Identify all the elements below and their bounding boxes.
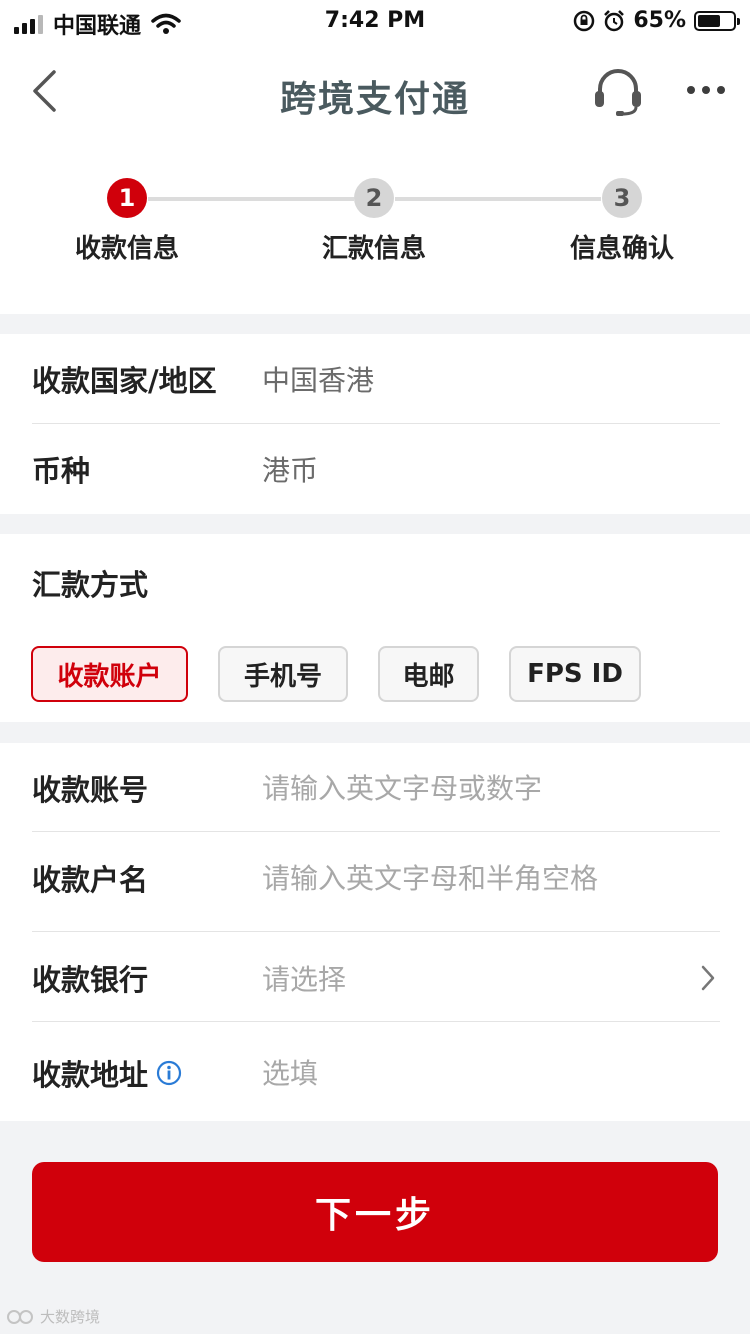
divider	[32, 931, 720, 932]
battery-percent: 65%	[633, 8, 686, 33]
step-number: 2	[354, 178, 394, 218]
bank-row[interactable]: 收款银行 请选择	[32, 933, 720, 1023]
payee-form-card: 收款账号 收款户名 收款银行 请选择 收款地址	[0, 743, 750, 1121]
step-1: 1 收款信息	[37, 178, 217, 265]
step-2: 2 汇款信息	[284, 178, 464, 265]
chevron-right-icon	[696, 961, 720, 995]
alarm-icon	[604, 9, 625, 31]
rotation-lock-icon	[574, 10, 595, 31]
next-step-button[interactable]: 下一步	[32, 1162, 718, 1262]
step-number: 3	[602, 178, 642, 218]
method-option-fps-id[interactable]: FPS ID	[509, 646, 641, 702]
account-input[interactable]	[262, 771, 682, 805]
currency-value: 港币	[262, 454, 319, 487]
more-button[interactable]	[680, 70, 732, 110]
account-label: 收款账号	[32, 773, 149, 807]
bank-label: 收款银行	[32, 963, 149, 997]
status-right: 65%	[573, 8, 740, 33]
currency-row[interactable]: 币种 港币	[32, 424, 720, 514]
method-option-email[interactable]: 电邮	[378, 646, 479, 702]
step-3: 3 信息确认	[532, 178, 712, 265]
method-title: 汇款方式	[32, 568, 149, 602]
currency-label: 币种	[32, 454, 91, 488]
remittance-method-card: 汇款方式 收款账户 手机号 电邮 FPS ID	[0, 534, 750, 722]
watermark: 大数跨境	[6, 1306, 100, 1327]
method-option-phone[interactable]: 手机号	[218, 646, 348, 702]
battery-fill	[698, 14, 721, 27]
navbar: 跨境支付通	[0, 44, 750, 140]
address-label-group: 收款地址	[32, 1052, 262, 1094]
divider	[32, 1021, 720, 1022]
country-row[interactable]: 收款国家/地区 中国香港	[32, 334, 720, 424]
watermark-text: 大数跨境	[40, 1308, 101, 1326]
address-row: 收款地址	[32, 1028, 720, 1118]
address-label: 收款地址	[32, 1058, 149, 1092]
progress-steps: 1 收款信息 2 汇款信息 3 信息确认	[0, 140, 750, 314]
status-bar: 中国联通 7:42 PM 65%	[0, 0, 750, 44]
customer-service-button[interactable]	[590, 66, 646, 118]
country-label: 收款国家/地区	[32, 364, 217, 398]
step-number: 1	[107, 178, 147, 218]
account-name-label: 收款户名	[32, 863, 149, 897]
divider	[32, 831, 720, 832]
region-card: 收款国家/地区 中国香港 币种 港币	[0, 334, 750, 514]
account-row: 收款账号	[32, 743, 720, 833]
address-input[interactable]	[262, 1056, 682, 1090]
battery-icon	[694, 10, 740, 31]
step-label: 收款信息	[74, 234, 179, 264]
watermark-logo-icon	[7, 1309, 33, 1324]
step-label: 信息确认	[569, 234, 674, 264]
more-icon	[687, 86, 725, 94]
bank-select[interactable]: 请选择	[262, 958, 346, 998]
info-icon[interactable]	[156, 1060, 182, 1086]
account-name-row: 收款户名	[32, 833, 720, 923]
step-label: 汇款信息	[321, 234, 426, 264]
headset-icon	[595, 69, 641, 116]
country-value: 中国香港	[262, 364, 375, 397]
account-name-input[interactable]	[262, 861, 682, 895]
method-option-account[interactable]: 收款账户	[31, 646, 188, 702]
